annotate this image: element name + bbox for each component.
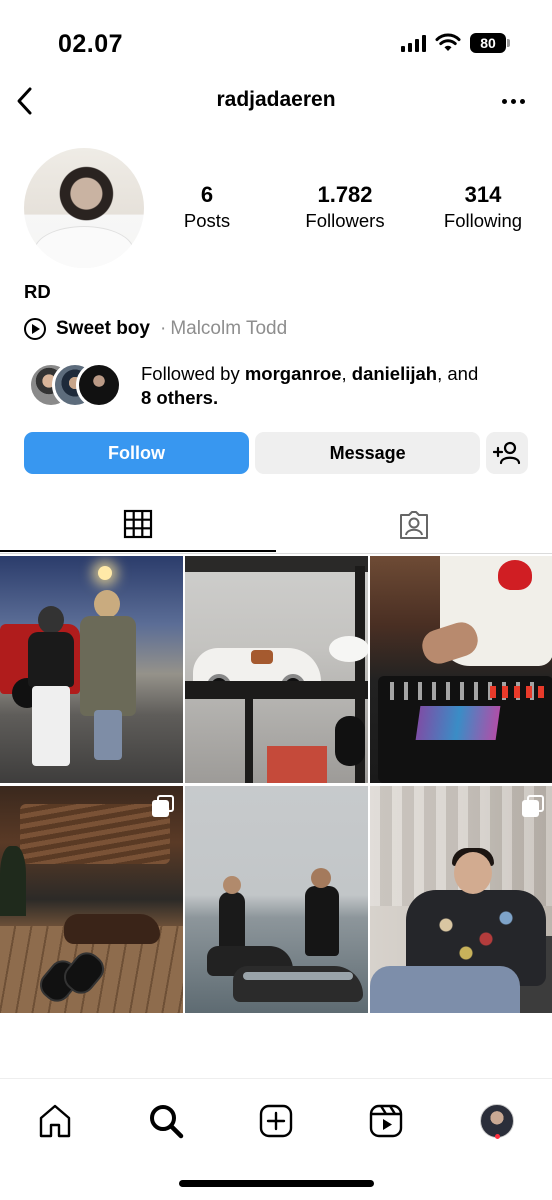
profile-stats: 6 Posts 1.782 Followers 314 Following <box>184 182 530 234</box>
play-circle-icon <box>24 318 46 340</box>
profile-actions: Follow Message <box>24 432 528 474</box>
home-icon <box>39 1104 71 1138</box>
tab-posts-grid[interactable] <box>0 498 276 552</box>
nav-reels[interactable] <box>364 1099 408 1143</box>
posts-grid <box>0 556 552 1013</box>
status-icons: 80 <box>401 33 510 53</box>
following-label: Following <box>443 210 523 231</box>
profile-music[interactable]: Sweet boy · Malcolm Todd <box>24 318 287 340</box>
song-artist: Malcolm Todd <box>170 318 288 339</box>
stat-following[interactable]: 314 Following <box>428 182 538 234</box>
create-icon <box>259 1104 293 1138</box>
mutual-user-2[interactable]: danielijah <box>352 363 437 384</box>
stat-followers[interactable]: 1.782 Followers <box>290 182 400 234</box>
followers-count: 1.782 <box>317 182 373 207</box>
followers-label: Followers <box>305 210 385 231</box>
profile-username: radjadaeren <box>216 88 336 111</box>
followed-by[interactable]: Followed by morganroe, danielijah, and 8 … <box>28 360 528 412</box>
status-bar: 02.07 80 <box>0 0 552 80</box>
suggest-people-button[interactable] <box>486 432 528 474</box>
song-separator: · <box>159 318 167 339</box>
post-thumbnail[interactable] <box>185 556 368 783</box>
profile-tabs <box>0 498 552 554</box>
tab-tagged[interactable] <box>276 498 552 552</box>
profile-header: radjadaeren <box>0 80 552 124</box>
mutual-avatars <box>28 362 128 408</box>
more-options-button[interactable] <box>496 88 530 114</box>
post-thumbnail[interactable] <box>0 556 183 783</box>
mutual-others[interactable]: 8 others. <box>141 387 218 408</box>
bottom-navigation <box>0 1078 552 1158</box>
nav-create[interactable] <box>254 1099 298 1143</box>
follow-button[interactable]: Follow <box>24 432 250 474</box>
search-icon <box>150 1105 184 1139</box>
post-thumbnail[interactable] <box>370 786 552 1013</box>
posts-count: 6 <box>200 182 214 207</box>
message-button[interactable]: Message <box>255 432 481 474</box>
post-thumbnail[interactable] <box>185 786 368 1013</box>
grid-icon <box>123 509 153 539</box>
reels-icon <box>369 1104 403 1138</box>
wifi-icon <box>435 33 461 51</box>
followed-by-text: Followed by morganroe, danielijah, and 8 … <box>141 363 479 408</box>
display-name: RD <box>24 281 51 302</box>
song-title: Sweet boy <box>56 318 150 339</box>
status-time: 02.07 <box>58 30 124 58</box>
mutual-avatar <box>76 362 122 408</box>
stat-posts[interactable]: 6 Posts <box>152 182 262 234</box>
signal-icon <box>401 34 426 52</box>
profile-avatar-small <box>480 1104 514 1138</box>
carousel-icon <box>152 795 174 817</box>
following-count: 314 <box>464 182 502 207</box>
profile-avatar[interactable] <box>24 148 144 268</box>
battery-icon: 80 <box>470 33 510 53</box>
add-person-icon <box>493 441 521 465</box>
posts-label: Posts <box>183 210 231 231</box>
notification-dot <box>495 1134 500 1139</box>
home-indicator <box>179 1180 374 1187</box>
post-thumbnail[interactable] <box>0 786 183 1013</box>
post-thumbnail[interactable] <box>370 556 552 783</box>
nav-home[interactable] <box>33 1099 77 1143</box>
carousel-icon <box>522 795 544 817</box>
mutual-user-1[interactable]: morganroe <box>245 363 342 384</box>
tagged-person-icon <box>400 511 428 539</box>
nav-search[interactable] <box>144 1099 188 1143</box>
more-horizontal-icon <box>501 98 507 104</box>
